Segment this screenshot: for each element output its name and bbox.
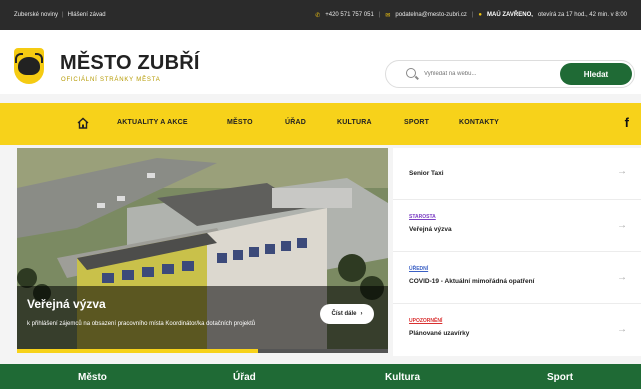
city-crest-logo[interactable]	[14, 48, 44, 84]
news-tag[interactable]: ÚŘEDNÍ	[409, 266, 428, 272]
news-title: Plánované uzavírky	[409, 330, 470, 337]
nav-item-sport[interactable]: SPORT	[404, 119, 429, 126]
bottom-nav-office[interactable]: Úřad	[233, 372, 256, 383]
nav-item-office[interactable]: ÚŘAD	[285, 119, 306, 126]
search-icon	[406, 68, 416, 78]
news-list: Senior Taxi → STAROSTA Veřejná výzva → Ú…	[393, 148, 641, 356]
phone-icon: ✆	[315, 12, 321, 19]
slider-progress	[17, 349, 388, 353]
bottom-nav-city[interactable]: Město	[78, 372, 107, 383]
news-item[interactable]: STAROSTA Veřejná výzva →	[393, 200, 641, 252]
office-status: MAÚ ZAVŘENO,	[487, 12, 533, 18]
nav-item-city[interactable]: MĚSTO	[227, 119, 253, 126]
facebook-icon[interactable]: f	[625, 115, 629, 130]
mail-icon: ✉	[385, 12, 391, 19]
arrow-right-icon: →	[617, 220, 627, 231]
site-title[interactable]: MĚSTO ZUBŘÍ	[60, 52, 200, 75]
main-nav: AKTUALITY A AKCE MĚSTO ÚŘAD KULTURA SPOR…	[0, 103, 641, 145]
search-box: Hledat	[385, 60, 635, 88]
search-input[interactable]	[424, 67, 544, 81]
separator: |	[62, 12, 64, 18]
read-more-button[interactable]: Číst dále ›	[320, 304, 374, 324]
bison-icon	[15, 53, 43, 75]
hero-title: Veřejná výzva	[27, 297, 106, 311]
news-title: COVID-19 - Aktuální mimořádná opatření	[409, 278, 535, 285]
arrow-right-icon: →	[617, 324, 627, 335]
news-item[interactable]: Senior Taxi →	[393, 148, 641, 200]
topbar-link-newspaper[interactable]: Zuberské noviny	[14, 12, 58, 18]
topbar-email[interactable]: podatelna@mesto-zubri.cz	[395, 12, 466, 18]
chevron-right-icon: ›	[360, 311, 363, 317]
separator: |	[471, 12, 474, 18]
topbar-phone[interactable]: +420 571 757 051	[325, 12, 374, 18]
site-header: MĚSTO ZUBŘÍ OFICIÁLNÍ STRÁNKY MĚSTA Hled…	[0, 30, 641, 94]
news-tag[interactable]: STAROSTA	[409, 214, 436, 220]
news-title: Veřejná výzva	[409, 226, 452, 233]
separator: |	[378, 12, 381, 18]
news-item[interactable]: ÚŘEDNÍ COVID-19 - Aktuální mimořádná opa…	[393, 252, 641, 304]
search-button[interactable]: Hledat	[560, 63, 632, 85]
news-title: Senior Taxi	[409, 170, 444, 177]
slider-progress-fill	[17, 349, 259, 353]
topbar-link-report-fault[interactable]: Hlášení závad	[68, 12, 106, 18]
news-tag[interactable]: UPOZORNĚNÍ	[409, 318, 442, 324]
arrow-right-icon: →	[617, 272, 627, 283]
nav-item-contacts[interactable]: KONTAKTY	[459, 119, 499, 126]
nav-item-culture[interactable]: KULTURA	[337, 119, 372, 126]
bottom-nav-culture[interactable]: Kultura	[385, 372, 420, 383]
nav-item-news[interactable]: AKTUALITY A AKCE	[117, 119, 188, 126]
top-bar: Zuberské noviny | Hlášení závad ✆ +420 5…	[0, 0, 641, 30]
news-item[interactable]: UPOZORNĚNÍ Plánované uzavírky →	[393, 304, 641, 356]
hero-text: k přihlášení zájemců na obsazení pracovn…	[27, 321, 256, 327]
home-icon[interactable]	[77, 117, 89, 129]
office-hours: otevírá za 17 hod., 42 min. v 8:00	[537, 12, 627, 18]
location-icon: ●	[478, 12, 483, 18]
arrow-right-icon: →	[617, 166, 627, 177]
site-subtitle: OFICIÁLNÍ STRÁNKY MĚSTA	[61, 77, 161, 83]
bottom-nav: Město Úřad Kultura Sport	[0, 364, 641, 389]
read-more-label: Číst dále	[331, 311, 357, 317]
hero-slider[interactable]: Veřejná výzva k přihlášení zájemců na ob…	[17, 148, 388, 353]
bottom-nav-sport[interactable]: Sport	[547, 372, 573, 383]
